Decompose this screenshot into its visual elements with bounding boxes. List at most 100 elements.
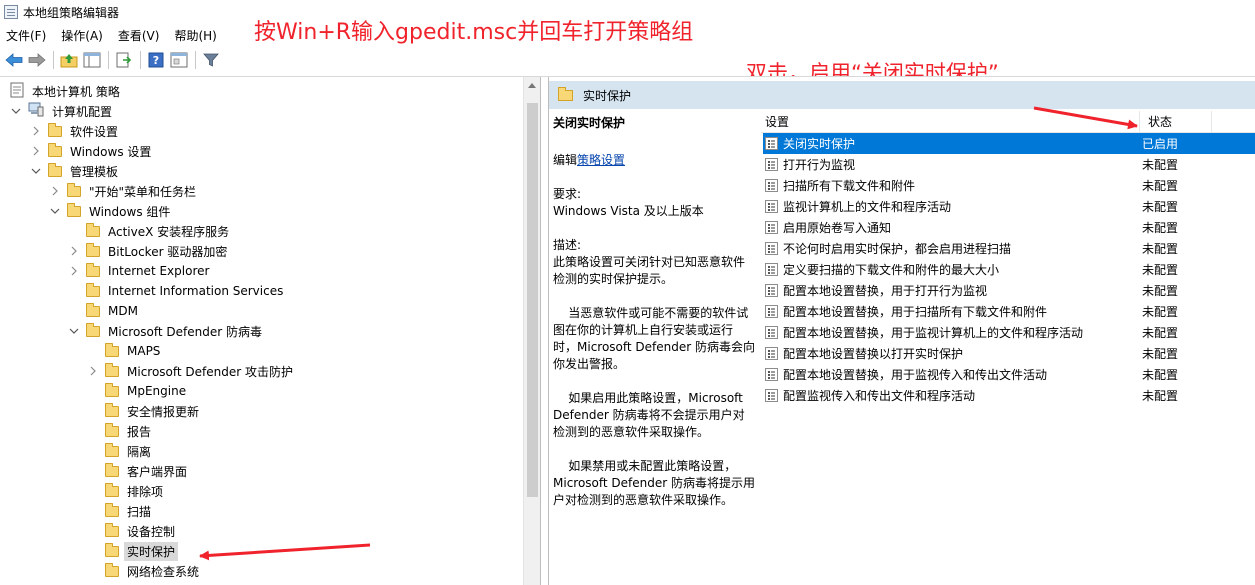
forward-arrow-icon[interactable] — [27, 50, 47, 70]
tree-item[interactable]: Windows 设置 — [30, 141, 154, 161]
tree-item[interactable]: Windows 组件 — [49, 201, 173, 221]
setting-row[interactable]: 配置本地设置替换，用于监视传入和传出文件活动 未配置 — [763, 364, 1255, 385]
tree-item[interactable]: 本地计算机 策略 — [10, 81, 123, 101]
setting-row[interactable]: 配置监视传入和传出文件和程序活动 未配置 — [763, 385, 1255, 406]
tree-item-label: 客户端界面 — [127, 464, 188, 479]
chevron-down-icon[interactable] — [10, 105, 22, 117]
tree-item[interactable]: 隔离 — [87, 441, 154, 461]
tree-item[interactable]: MDM — [68, 301, 141, 321]
chevron-right-icon[interactable] — [87, 365, 99, 377]
tree-item[interactable]: Microsoft Defender 防病毒 — [68, 321, 265, 341]
description-title: 关闭实时保护 — [553, 116, 626, 130]
annotation-instruction: 按Win+R输入gpedit.msc并回车打开策略组 — [254, 20, 694, 45]
up-folder-icon[interactable] — [59, 50, 79, 70]
chevron-down-icon[interactable] — [30, 165, 42, 177]
tree-item-label: 报告 — [127, 424, 152, 439]
chevron-down-icon[interactable] — [49, 205, 61, 217]
computer-icon — [28, 102, 44, 120]
setting-state: 未配置 — [1142, 368, 1179, 382]
chevron-right-icon[interactable] — [30, 145, 42, 157]
tree-item[interactable]: MpEngine — [87, 381, 189, 401]
menu-view[interactable]: 查看(V) — [118, 27, 160, 44]
folder-icon — [86, 282, 100, 297]
folder-icon — [105, 402, 119, 417]
setting-row[interactable]: 配置本地设置替换，用于扫描所有下载文件和附件 未配置 — [763, 301, 1255, 322]
tree-item[interactable]: 扫描 — [87, 501, 154, 521]
menu-help[interactable]: 帮助(H) — [174, 27, 216, 44]
show-hide-tree-icon[interactable] — [82, 50, 102, 70]
tree-scroll-thumb[interactable] — [527, 103, 538, 497]
chevron-right-icon[interactable] — [30, 125, 42, 137]
tree-item-label: Internet Information Services — [108, 284, 284, 298]
tree-item[interactable]: MAPS — [87, 341, 163, 361]
tree-item[interactable]: 排除项 — [87, 481, 166, 501]
tree-scrollbar[interactable] — [523, 77, 540, 585]
tree-item[interactable]: 管理模板 — [30, 161, 121, 181]
menu-action[interactable]: 操作(A) — [61, 27, 103, 44]
setting-row[interactable]: 关闭实时保护 已启用 — [763, 133, 1255, 154]
tree-item[interactable]: 客户端界面 — [87, 461, 190, 481]
back-arrow-icon[interactable] — [4, 50, 24, 70]
chevron-right-icon[interactable] — [49, 185, 61, 197]
tree-item[interactable]: 实时保护 — [87, 541, 179, 561]
folder-icon — [105, 362, 119, 377]
setting-row[interactable]: 不论何时启用实时保护，都会启用进程扫描 未配置 — [763, 238, 1255, 259]
tree-item[interactable]: 报告 — [87, 421, 154, 441]
setting-name: 监视计算机上的文件和程序活动 — [783, 200, 952, 214]
toolbar: ? — [0, 48, 1255, 72]
tree-item[interactable]: 设备控制 — [87, 521, 178, 541]
chevron-down-icon[interactable] — [68, 325, 80, 337]
export-list-icon[interactable] — [114, 50, 134, 70]
menu-file[interactable]: 文件(F) — [6, 27, 46, 44]
setting-name: 配置本地设置替换，用于监视计算机上的文件和程序活动 — [783, 326, 1084, 340]
tree-item[interactable]: Internet Explorer — [68, 261, 212, 281]
policy-setting-icon — [765, 158, 778, 171]
setting-state: 已启用 — [1142, 137, 1179, 151]
setting-row[interactable]: 启用原始卷写入通知 未配置 — [763, 217, 1255, 238]
tree-item[interactable]: 计算机配置 — [10, 101, 115, 121]
toolbar-separator — [53, 51, 54, 69]
tree-item[interactable]: Internet Information Services — [68, 281, 286, 301]
setting-row[interactable]: 扫描所有下载文件和附件 未配置 — [763, 175, 1255, 196]
policy-setting-icon — [765, 284, 778, 297]
setting-name: 配置本地设置替换，用于打开行为监视 — [783, 284, 988, 298]
setting-row[interactable]: 配置本地设置替换，用于打开行为监视 未配置 — [763, 280, 1255, 301]
tree-item[interactable]: 软件设置 — [30, 121, 121, 141]
setting-row[interactable]: 监视计算机上的文件和程序活动 未配置 — [763, 196, 1255, 217]
column-header-state[interactable]: 状态 — [1139, 110, 1211, 133]
policy-setting-icon — [765, 263, 778, 276]
column-header-setting[interactable]: 设置 — [761, 113, 1139, 130]
folder-icon — [558, 86, 573, 101]
description-text-2: 当恶意软件或可能不需要的软件试图在你的计算机上自行安装或运行时，Microsof… — [553, 306, 756, 371]
setting-state: 未配置 — [1142, 347, 1179, 361]
tree-item[interactable]: Microsoft Defender 攻击防护 — [87, 361, 296, 381]
tree-item-label: 软件设置 — [70, 124, 119, 139]
tree-item-label: 设备控制 — [127, 524, 176, 539]
setting-state: 未配置 — [1142, 242, 1179, 256]
tree-item[interactable]: ActiveX 安装程序服务 — [68, 221, 232, 241]
chevron-right-icon[interactable] — [68, 245, 80, 257]
setting-name: 扫描所有下载文件和附件 — [783, 179, 916, 193]
setting-row[interactable]: 配置本地设置替换以打开实时保护 未配置 — [763, 343, 1255, 364]
tree-item-label: 安全情报更新 — [127, 404, 200, 419]
properties-icon[interactable] — [169, 50, 189, 70]
setting-name: 配置监视传入和传出文件和程序活动 — [783, 389, 976, 403]
right-pane: 实时保护 关闭实时保护 编辑策略设置 要求: Windows Vista 及以上… — [548, 77, 1255, 585]
setting-row[interactable]: 定义要扫描的下载文件和附件的最大大小 未配置 — [763, 259, 1255, 280]
tree-item[interactable]: 安全情报更新 — [87, 401, 202, 421]
setting-row[interactable]: 打开行为监视 未配置 — [763, 154, 1255, 175]
setting-row[interactable]: 配置本地设置替换，用于监视计算机上的文件和程序活动 未配置 — [763, 322, 1255, 343]
tree-pane[interactable]: 本地计算机 策略 计算机配置软件设置 Windows 设置 管理模板 "开始"菜单和任务… — [0, 77, 541, 585]
tree-item[interactable]: "开始"菜单和任务栏 — [49, 181, 199, 201]
chevron-right-icon[interactable] — [68, 265, 80, 277]
scroll-up-icon[interactable] — [528, 83, 536, 88]
edit-policy-link[interactable]: 策略设置 — [577, 153, 625, 167]
help-icon[interactable]: ? — [146, 50, 166, 70]
setting-state: 未配置 — [1142, 284, 1179, 298]
tree-item[interactable]: BitLocker 驱动器加密 — [68, 241, 230, 261]
filter-icon[interactable] — [201, 50, 221, 70]
tree-item[interactable]: 网络检查系统 — [87, 561, 202, 581]
